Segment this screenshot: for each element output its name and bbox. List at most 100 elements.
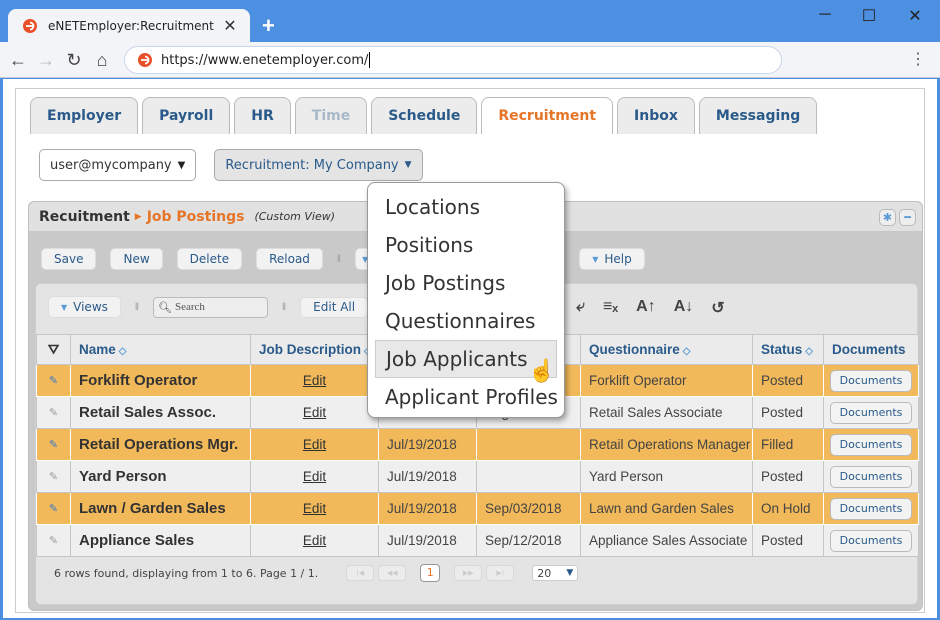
col-name[interactable]: Name ◇ bbox=[70, 334, 251, 365]
minimize-icon[interactable]: ─ bbox=[802, 6, 848, 28]
row-name: Yard Person bbox=[70, 460, 251, 493]
edit-description-link[interactable]: Edit bbox=[303, 373, 326, 388]
pager: |◀ ◀◀ 1 ▶▶ ▶| bbox=[346, 564, 515, 582]
documents-button[interactable]: Documents bbox=[830, 497, 912, 520]
row-name: Appliance Sales bbox=[70, 524, 251, 557]
edit-pencil-icon[interactable]: ✎ bbox=[36, 460, 71, 493]
tab-schedule[interactable]: Schedule bbox=[371, 97, 478, 134]
documents-button[interactable]: Documents bbox=[830, 529, 912, 552]
menu-item-questionnaires[interactable]: Questionnaires bbox=[368, 302, 564, 340]
help-button[interactable]: ▼ Help bbox=[579, 248, 645, 270]
col-questionnaire[interactable]: Questionnaire ◇ bbox=[580, 334, 753, 365]
edit-pencil-icon[interactable]: ✎ bbox=[36, 524, 71, 557]
reset-icon[interactable]: ↺ bbox=[711, 298, 724, 318]
menu-item-positions[interactable]: Positions bbox=[368, 226, 564, 264]
text-caret bbox=[369, 52, 371, 68]
table-row[interactable]: ✎ Lawn / Garden Sales Edit Jul/19/2018 S… bbox=[36, 492, 919, 525]
reload-icon[interactable]: ↻ bbox=[62, 48, 86, 72]
search-input[interactable]: 🔍︎ Search bbox=[153, 296, 269, 318]
maximize-icon[interactable]: ☐ bbox=[846, 6, 892, 28]
edit-description-link[interactable]: Edit bbox=[303, 405, 326, 420]
row-name: Retail Sales Assoc. bbox=[70, 396, 251, 429]
edit-pencil-icon[interactable]: ✎ bbox=[36, 396, 71, 429]
table-row[interactable]: ✎ Appliance Sales Edit Jul/19/2018 Sep/1… bbox=[36, 524, 919, 557]
search-placeholder: Search bbox=[175, 301, 205, 313]
edit-description-link[interactable]: Edit bbox=[303, 469, 326, 484]
filter-icon[interactable]: ⛛ bbox=[36, 334, 71, 365]
next-page-icon[interactable]: ▶▶ bbox=[454, 565, 483, 581]
row-status: Posted bbox=[752, 524, 824, 557]
current-page[interactable]: 1 bbox=[420, 564, 441, 582]
row-date-1: Jul/19/2018 bbox=[378, 492, 477, 525]
row-documents: Documents bbox=[823, 460, 919, 493]
caret-down-icon: ▼ bbox=[592, 254, 599, 264]
documents-button[interactable]: Documents bbox=[830, 433, 912, 456]
user-select[interactable]: user@mycompany ▼ bbox=[39, 149, 197, 181]
delete-button[interactable]: Delete bbox=[176, 248, 243, 270]
edit-description-link[interactable]: Edit bbox=[303, 533, 326, 548]
row-name: Retail Operations Mgr. bbox=[70, 428, 251, 461]
views-button[interactable]: ▼ Views bbox=[48, 296, 121, 318]
col-job-description[interactable]: Job Description◇ bbox=[250, 334, 379, 365]
font-decrease-icon[interactable]: A↓ bbox=[674, 298, 694, 318]
menu-item-job-postings[interactable]: Job Postings bbox=[368, 264, 564, 302]
last-page-icon[interactable]: ▶| bbox=[486, 565, 515, 581]
edit-pencil-icon[interactable]: ✎ bbox=[36, 428, 71, 461]
page-size-select[interactable]: 20 ▼ bbox=[532, 565, 579, 581]
tab-inbox[interactable]: Inbox bbox=[617, 97, 695, 134]
window-close-icon[interactable]: ✕ bbox=[892, 6, 938, 28]
menu-item-locations[interactable]: Locations bbox=[368, 188, 564, 226]
address-bar[interactable]: https://www.enetemployer.com/ bbox=[124, 46, 782, 74]
forward-icon[interactable]: → bbox=[34, 48, 58, 72]
row-date-2: Sep/12/2018 bbox=[476, 524, 581, 557]
tab-employer[interactable]: Employer bbox=[30, 97, 139, 134]
breadcrumb-parent[interactable]: Recuitment bbox=[39, 209, 130, 225]
documents-button[interactable]: Documents bbox=[830, 401, 912, 424]
sort-icon: ◇ bbox=[805, 346, 813, 357]
row-documents: Documents bbox=[823, 492, 919, 525]
reload-button[interactable]: Reload bbox=[256, 248, 323, 270]
minimize-panel-icon[interactable]: ━ bbox=[899, 209, 916, 226]
table-row[interactable]: ✎ Retail Operations Mgr. Edit Jul/19/201… bbox=[36, 428, 919, 461]
row-questionnaire: Retail Operations Manager bbox=[580, 428, 753, 461]
first-page-icon[interactable]: |◀ bbox=[346, 565, 375, 581]
row-questionnaire: Retail Sales Associate bbox=[580, 396, 753, 429]
edit-description-link[interactable]: Edit bbox=[303, 437, 326, 452]
browser-tab[interactable]: eNETEmployer:Recruitment ✕ bbox=[8, 9, 250, 42]
tab-hr[interactable]: HR bbox=[234, 97, 291, 134]
edit-description-link[interactable]: Edit bbox=[303, 501, 326, 516]
edit-pencil-icon[interactable]: ✎ bbox=[36, 364, 71, 397]
wrap-text-icon[interactable]: ⤶ bbox=[576, 298, 585, 318]
tab-messaging[interactable]: Messaging bbox=[698, 97, 818, 134]
col-status[interactable]: Status ◇ bbox=[752, 334, 824, 365]
prev-page-icon[interactable]: ◀◀ bbox=[378, 565, 407, 581]
tab-recruitment[interactable]: Recruitment bbox=[481, 97, 614, 134]
new-tab-icon[interactable]: + bbox=[262, 13, 275, 39]
gear-icon[interactable]: ✱ bbox=[879, 209, 896, 226]
module-select-value: Recruitment: My Company bbox=[225, 157, 399, 173]
font-increase-icon[interactable]: A↑ bbox=[636, 298, 656, 318]
clear-format-icon[interactable]: ≡ₓ bbox=[603, 298, 618, 318]
edit-pencil-icon[interactable]: ✎ bbox=[36, 492, 71, 525]
table-row[interactable]: ✎ Yard Person Edit Jul/19/2018 Yard Pers… bbox=[36, 460, 919, 493]
row-documents: Documents bbox=[823, 524, 919, 557]
tab-time[interactable]: Time bbox=[294, 97, 368, 134]
close-tab-icon[interactable]: ✕ bbox=[220, 16, 240, 36]
save-button[interactable]: Save bbox=[41, 248, 97, 270]
edit-all-button[interactable]: Edit All bbox=[300, 296, 369, 318]
home-icon[interactable]: ⌂ bbox=[90, 48, 114, 72]
new-button[interactable]: New bbox=[110, 248, 163, 270]
documents-button[interactable]: Documents bbox=[830, 369, 912, 392]
site-favicon-icon bbox=[138, 53, 152, 67]
tab-payroll[interactable]: Payroll bbox=[142, 97, 231, 134]
back-icon[interactable]: ← bbox=[6, 48, 30, 72]
sort-icon: ◇ bbox=[682, 346, 691, 357]
row-questionnaire: Lawn and Garden Sales bbox=[580, 492, 753, 525]
breadcrumb-current[interactable]: Job Postings bbox=[147, 209, 245, 225]
browser-menu-icon[interactable]: ⋮ bbox=[910, 50, 926, 70]
caret-down-icon: ▼ bbox=[566, 568, 574, 578]
row-description: Edit bbox=[250, 396, 379, 429]
documents-button[interactable]: Documents bbox=[830, 465, 912, 488]
module-select[interactable]: Recruitment: My Company ▼ bbox=[214, 149, 423, 181]
panel-controls: ✱ ━ bbox=[879, 209, 916, 226]
